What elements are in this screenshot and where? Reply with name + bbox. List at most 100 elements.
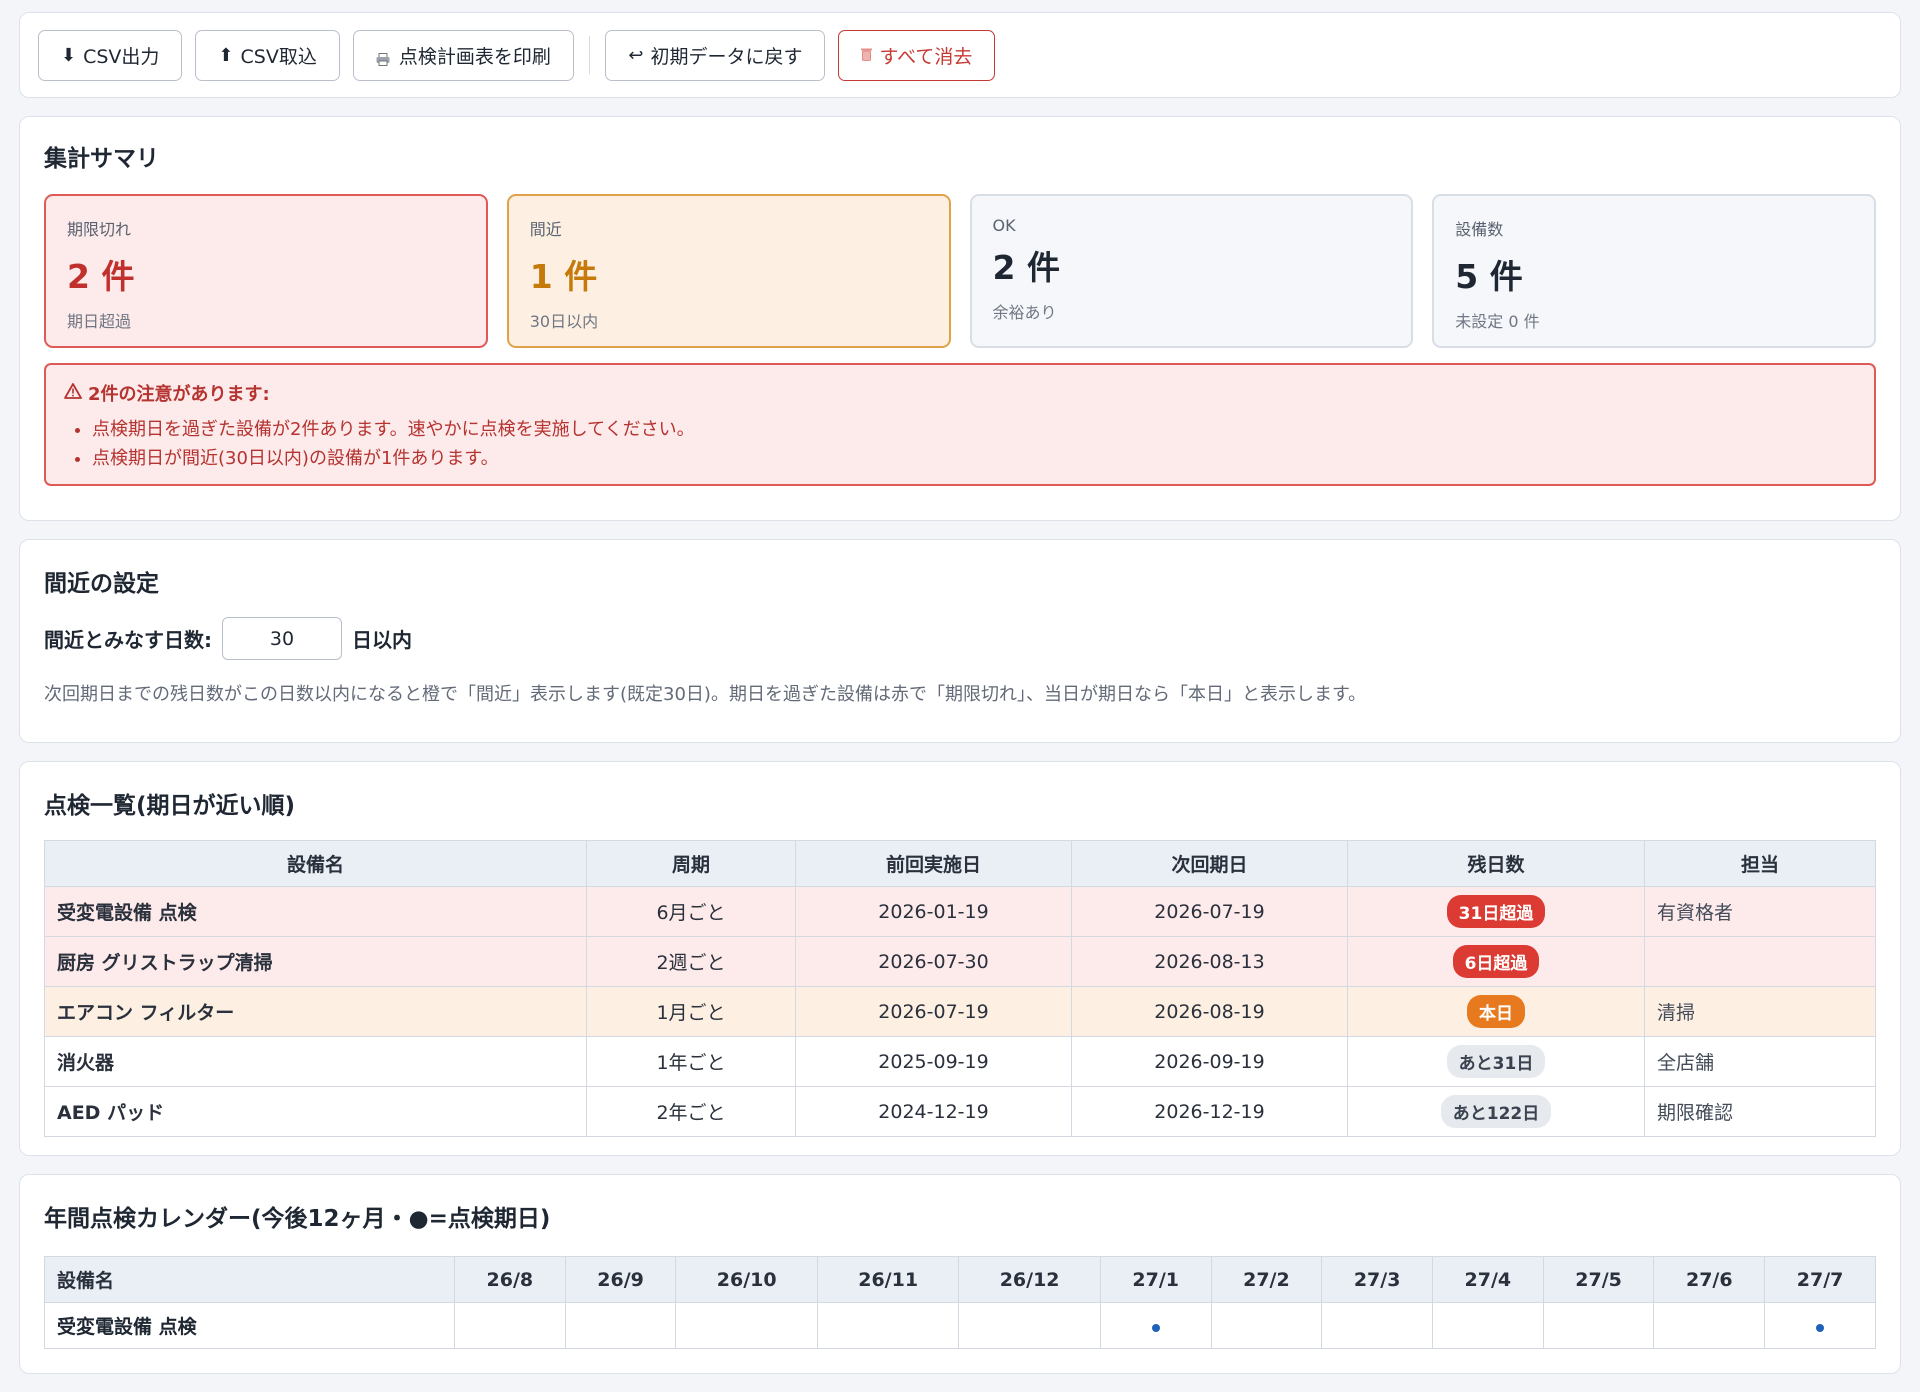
header-remaining[interactable]: 残日数 bbox=[1347, 840, 1645, 887]
cell-cycle: 2週ごと bbox=[586, 936, 796, 987]
trash-icon bbox=[861, 44, 873, 66]
status-badge: 31日超過 bbox=[1446, 895, 1546, 928]
warning-icon bbox=[64, 382, 82, 404]
calendar-month-header: 27/1 bbox=[1099, 1256, 1212, 1303]
calendar-cell bbox=[1321, 1302, 1433, 1349]
printer-icon bbox=[376, 49, 390, 66]
inspection-due-dot bbox=[1151, 1323, 1160, 1332]
calendar-equipment-name: 受変電設備 点検 bbox=[44, 1302, 455, 1349]
cell-next-date: 2026-07-19 bbox=[1071, 886, 1348, 937]
summary-title: 集計サマリ bbox=[44, 146, 159, 172]
print-plan-label: 点検計画表を印刷 bbox=[398, 45, 551, 68]
table-header-row: 設備名 周期 前回実施日 次回期日 残日数 担当 bbox=[44, 840, 1876, 887]
cell-remaining: 6日超過 bbox=[1347, 936, 1645, 987]
calendar-cell bbox=[1764, 1302, 1876, 1349]
stat-total-label: 設備数 bbox=[1455, 220, 1504, 239]
inspection-list-section: 点検一覧(期日が近い順) 設備名 周期 前回実施日 次回期日 残日数 担当 受変… bbox=[19, 761, 1901, 1156]
cell-last-date: 2026-07-19 bbox=[795, 986, 1072, 1037]
calendar-month-header: 27/5 bbox=[1542, 1256, 1655, 1303]
cell-cycle: 1月ごと bbox=[586, 986, 796, 1037]
header-cycle[interactable]: 周期 bbox=[586, 840, 796, 887]
arrow-down-icon: ⬇ bbox=[61, 44, 77, 66]
calendar-month-header: 27/4 bbox=[1432, 1256, 1544, 1303]
calendar-header-equipment: 設備名 bbox=[44, 1256, 455, 1303]
cell-equipment: エアコン フィルター bbox=[44, 986, 587, 1037]
stat-ok: OK 2 件 余裕あり bbox=[969, 194, 1414, 348]
cell-owner: 期限確認 bbox=[1644, 1086, 1876, 1137]
csv-export-label: CSV出力 bbox=[83, 45, 160, 68]
stat-ok-label: OK bbox=[992, 216, 1016, 235]
calendar-cell bbox=[454, 1302, 566, 1349]
settings-help-text: 次回期日までの残日数がこの日数以内になると橙で「間近」表示します(既定30日)。… bbox=[44, 684, 1367, 705]
stat-overdue-label: 期限切れ bbox=[67, 220, 132, 239]
calendar-month-header: 27/2 bbox=[1210, 1256, 1323, 1303]
settings-title: 間近の設定 bbox=[44, 571, 159, 597]
alert-item: 点検期日を過ぎた設備が2件あります。速やかに点検を実施してください。 bbox=[92, 415, 1856, 444]
cell-equipment: 消火器 bbox=[44, 1036, 587, 1087]
table-row[interactable]: 受変電設備 点検 6月ごと 2026-01-19 2026-07-19 31日超… bbox=[44, 886, 1876, 937]
csv-import-label: CSV取込 bbox=[240, 45, 317, 68]
cell-last-date: 2026-01-19 bbox=[795, 886, 1072, 937]
calendar-month-header: 27/7 bbox=[1764, 1256, 1876, 1303]
cell-remaining: 本日 bbox=[1347, 986, 1645, 1037]
cell-remaining: 31日超過 bbox=[1347, 886, 1645, 937]
cell-next-date: 2026-09-19 bbox=[1071, 1036, 1348, 1087]
table-row[interactable]: 消火器 1年ごと 2025-09-19 2026-09-19 あと31日 全店舗 bbox=[44, 1036, 1876, 1087]
clear-all-button[interactable]: すべて消去 bbox=[838, 29, 996, 81]
calendar-header-row: 設備名 26/8 26/9 26/10 26/11 26/12 27/1 27/… bbox=[44, 1256, 1876, 1303]
cell-owner bbox=[1644, 936, 1876, 987]
page: ⬇ CSV出力 ⬆ CSV取込 点検計画表を印刷 ↩ 初期データに戻す すべて消… bbox=[19, 12, 1901, 1392]
status-badge: あと31日 bbox=[1446, 1045, 1546, 1078]
calendar-table: 設備名 26/8 26/9 26/10 26/11 26/12 27/1 27/… bbox=[44, 1256, 1876, 1349]
calendar-cell bbox=[958, 1302, 1101, 1349]
calendar-month-header: 26/12 bbox=[958, 1256, 1101, 1303]
calendar-cell bbox=[675, 1302, 818, 1349]
alert-title: 2件の注意があります: bbox=[88, 384, 270, 405]
cell-cycle: 1年ごと bbox=[586, 1036, 796, 1087]
cell-equipment: AED パッド bbox=[44, 1086, 587, 1137]
csv-import-button[interactable]: ⬆ CSV取込 bbox=[195, 29, 340, 81]
calendar-section: 年間点検カレンダー(今後12ヶ月・●=点検期日) 設備名 26/8 26/9 2… bbox=[19, 1174, 1901, 1374]
stat-total-value: 5 件 bbox=[1455, 257, 1523, 296]
stat-overdue-value: 2 件 bbox=[67, 257, 135, 296]
cell-remaining: あと122日 bbox=[1347, 1086, 1645, 1137]
stat-ok-sub: 余裕あり bbox=[992, 303, 1057, 322]
cell-cycle: 2年ごと bbox=[586, 1086, 796, 1137]
cell-next-date: 2026-08-19 bbox=[1071, 986, 1348, 1037]
stat-total-sub: 未設定 0 件 bbox=[1455, 312, 1540, 331]
csv-export-button[interactable]: ⬇ CSV出力 bbox=[38, 29, 183, 81]
cell-owner: 有資格者 bbox=[1644, 886, 1876, 937]
status-badge: 本日 bbox=[1467, 995, 1525, 1028]
calendar-row: 受変電設備 点検 bbox=[44, 1302, 1876, 1349]
table-row[interactable]: 厨房 グリストラップ清掃 2週ごと 2026-07-30 2026-08-13 … bbox=[44, 936, 1876, 987]
stat-total: 設備数 5 件 未設定 0 件 bbox=[1432, 194, 1876, 348]
toolbar-divider bbox=[588, 36, 591, 74]
header-next-date[interactable]: 次回期日 bbox=[1071, 840, 1348, 887]
cell-next-date: 2026-08-13 bbox=[1071, 936, 1348, 987]
near-days-suffix: 日以内 bbox=[352, 628, 412, 652]
cell-cycle: 6月ごと bbox=[586, 886, 796, 937]
print-plan-button[interactable]: 点検計画表を印刷 bbox=[352, 29, 574, 81]
arrow-up-icon: ⬆ bbox=[218, 44, 234, 66]
inspection-list-title: 点検一覧(期日が近い順) bbox=[44, 793, 296, 819]
table-row[interactable]: AED パッド 2年ごと 2024-12-19 2026-12-19 あと122… bbox=[44, 1086, 1876, 1137]
calendar-cell bbox=[1653, 1302, 1766, 1349]
header-last-date[interactable]: 前回実施日 bbox=[795, 840, 1072, 887]
cell-last-date: 2025-09-19 bbox=[795, 1036, 1072, 1087]
summary-stats: 期限切れ 2 件 期日超過 間近 1 件 30日以内 OK 2 件 余裕あり 設… bbox=[44, 194, 1876, 348]
reset-data-button[interactable]: ↩ 初期データに戻す bbox=[605, 29, 826, 81]
cell-equipment: 厨房 グリストラップ清掃 bbox=[44, 936, 587, 987]
header-owner[interactable]: 担当 bbox=[1644, 840, 1876, 887]
header-equipment[interactable]: 設備名 bbox=[44, 840, 587, 887]
calendar-month-header: 26/8 bbox=[454, 1256, 566, 1303]
near-days-label: 間近とみなす日数: bbox=[44, 628, 212, 652]
near-days-input[interactable] bbox=[222, 617, 342, 660]
stat-near-sub: 30日以内 bbox=[529, 312, 599, 331]
calendar-cell bbox=[1432, 1302, 1544, 1349]
calendar-month-header: 27/6 bbox=[1653, 1256, 1766, 1303]
calendar-cell bbox=[564, 1302, 677, 1349]
table-row[interactable]: エアコン フィルター 1月ごと 2026-07-19 2026-08-19 本日… bbox=[44, 986, 1876, 1037]
cell-remaining: あと31日 bbox=[1347, 1036, 1645, 1087]
alert-list: 点検期日を過ぎた設備が2件あります。速やかに点検を実施してください。 点検期日が… bbox=[64, 415, 1856, 473]
stat-overdue-sub: 期日超過 bbox=[67, 312, 132, 331]
